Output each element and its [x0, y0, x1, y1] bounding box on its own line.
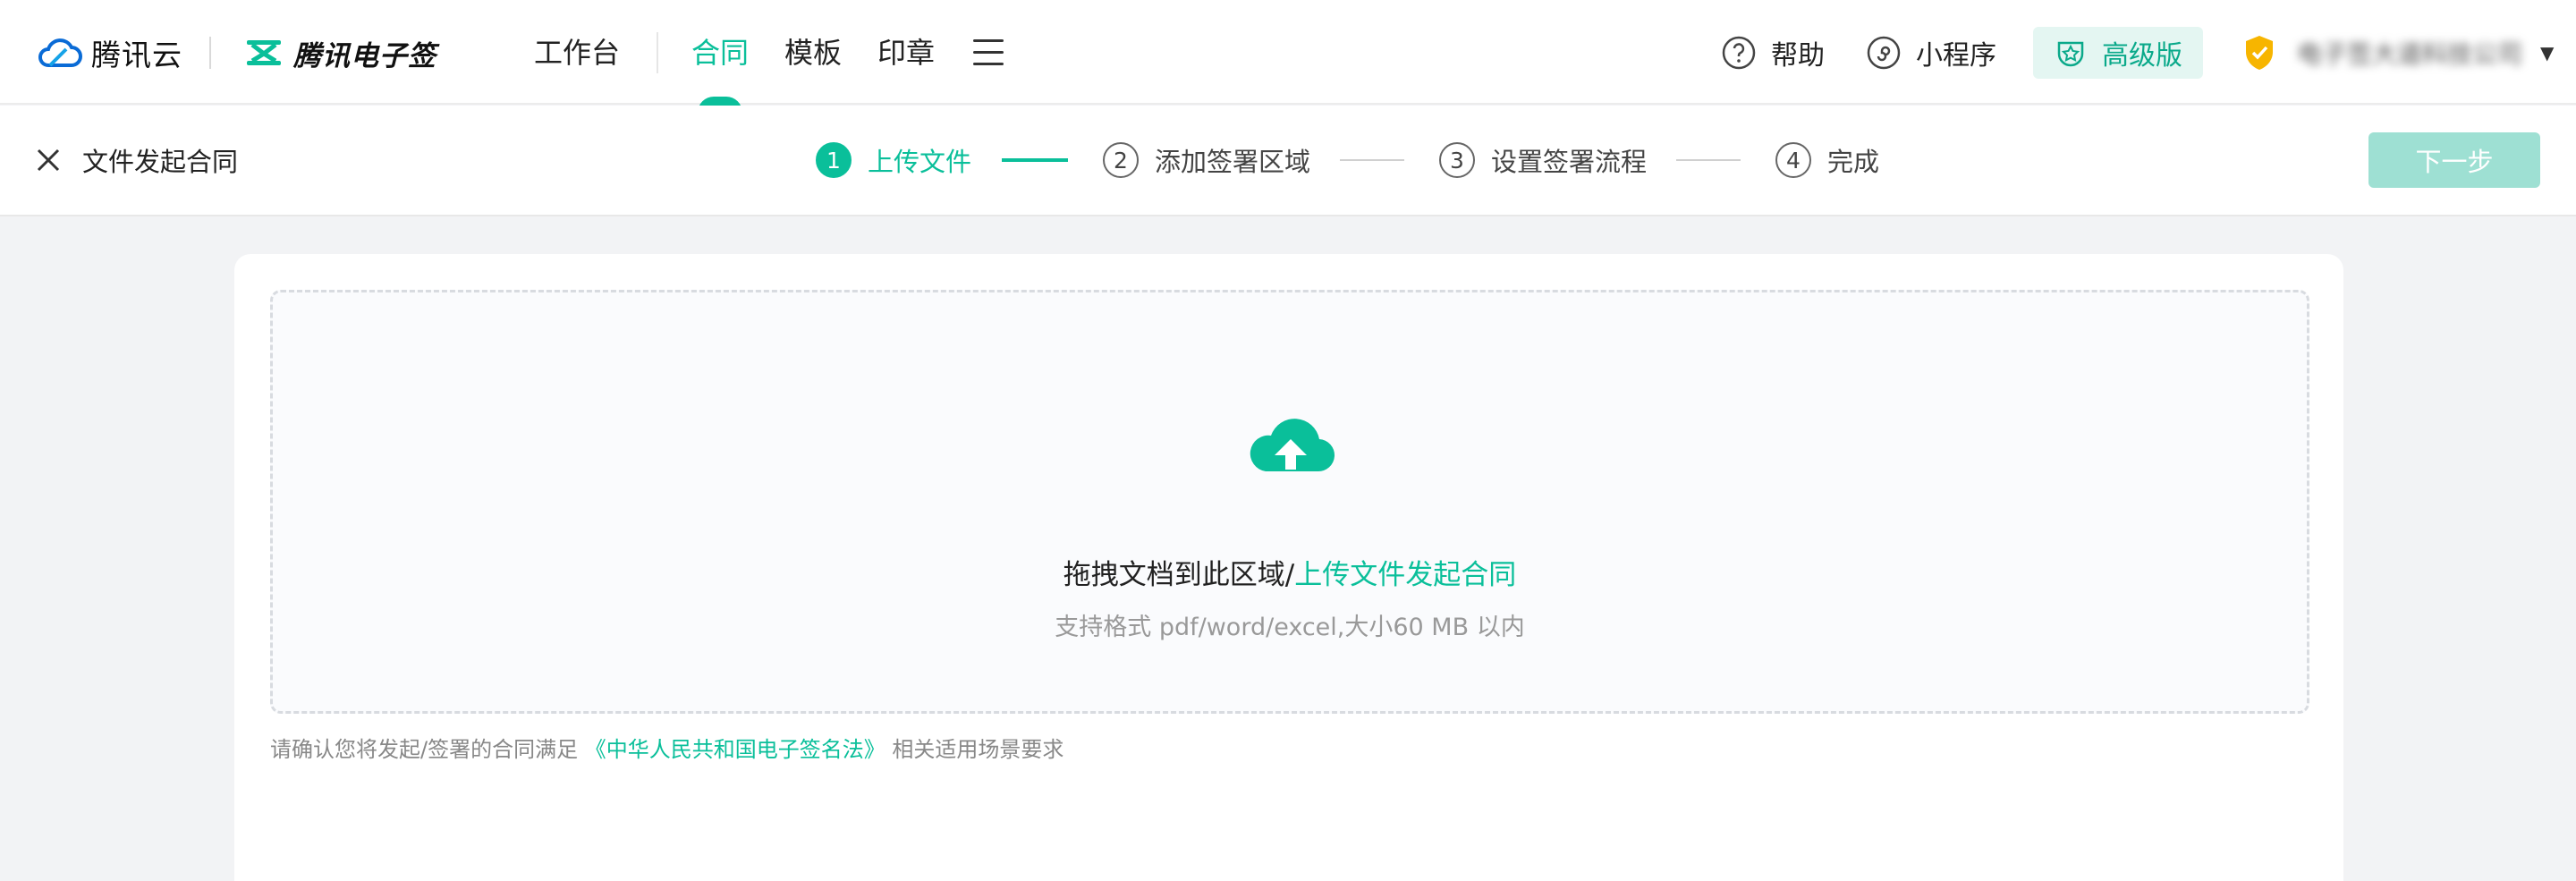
- dropzone-instruction: 拖拽文档到此区域/上传文件发起合同: [273, 552, 2307, 592]
- step-label: 完成: [1827, 147, 1880, 177]
- verified-shield-icon: [2246, 36, 2273, 70]
- upload-card: 拖拽文档到此区域/上传文件发起合同 支持格式 pdf/word/excel,大小…: [234, 254, 2343, 881]
- close-icon: [37, 148, 60, 172]
- tencent-cloud-icon: [38, 38, 82, 67]
- miniprogram-icon: [1867, 36, 1901, 70]
- step-sign-flow: 3 设置签署流程: [1439, 141, 1647, 179]
- next-step-button[interactable]: 下一步: [2368, 132, 2540, 188]
- account-switcher[interactable]: 电子签大道科技公司 ▼: [2243, 32, 2554, 73]
- format-hint: 支持格式 pdf/word/excel,大小60 MB 以内: [1055, 614, 1525, 641]
- step-connector: [1002, 158, 1068, 162]
- notice-text-before: 请确认您将发起/签署的合同满足: [270, 737, 585, 762]
- top-navigation-bar: 腾讯云 腾讯电子签 工作台 合同 模板 印章 帮助 小程序 高级版 电子签大道科…: [0, 0, 2576, 113]
- chevron-down-icon: ▼: [2540, 42, 2555, 64]
- step-number: 2: [1103, 142, 1139, 178]
- esign-name: 腾讯电子签: [293, 39, 436, 72]
- premium-label: 高级版: [2102, 40, 2182, 72]
- step-label: 设置签署流程: [1491, 147, 1648, 177]
- help-button[interactable]: 帮助: [1721, 27, 1825, 79]
- nav-item-seal[interactable]: 印章: [877, 27, 935, 79]
- brand-name: 腾讯云: [91, 38, 182, 72]
- notice-text-after: 相关适用场景要求: [885, 737, 1064, 762]
- step-add-sign-area: 2 添加签署区域: [1103, 141, 1310, 179]
- legal-notice: 请确认您将发起/签署的合同满足 《中华人民共和国电子签名法》 相关适用场景要求: [270, 732, 1063, 763]
- dropzone-text: 拖拽文档到此区域/: [1063, 559, 1295, 591]
- step-number: 3: [1439, 142, 1475, 178]
- esign-law-link[interactable]: 《中华人民共和国电子签名法》: [585, 737, 886, 762]
- help-label: 帮助: [1771, 40, 1825, 72]
- step-complete: 4 完成: [1775, 141, 1879, 179]
- tencent-cloud-logo[interactable]: 腾讯云: [36, 32, 182, 73]
- nav-item-contract[interactable]: 合同: [691, 27, 749, 79]
- step-number: 1: [816, 142, 852, 178]
- more-menu-icon[interactable]: [973, 39, 1004, 66]
- miniprogram-label: 小程序: [1916, 40, 1996, 72]
- close-button[interactable]: 文件发起合同: [36, 140, 238, 181]
- page-title: 文件发起合同: [82, 147, 239, 177]
- tencent-esign-logo[interactable]: 腾讯电子签: [245, 32, 436, 73]
- step-number: 4: [1775, 142, 1811, 178]
- cloud-upload-icon: [1250, 419, 1335, 472]
- help-icon: [1722, 36, 1756, 70]
- step-bar: 文件发起合同 1 上传文件 2 添加签署区域 3 设置签署流程 4 完成 下一步: [0, 106, 2576, 216]
- step-connector: [1676, 159, 1741, 161]
- nav-divider: [657, 32, 658, 73]
- premium-edition-button[interactable]: 高级版: [2033, 27, 2203, 79]
- nav-item-template[interactable]: 模板: [784, 27, 842, 79]
- nav-item-workbench[interactable]: 工作台: [534, 27, 620, 79]
- step-label: 添加签署区域: [1155, 147, 1311, 177]
- file-dropzone[interactable]: 拖拽文档到此区域/上传文件发起合同 支持格式 pdf/word/excel,大小…: [270, 290, 2309, 714]
- esign-logo-icon: [247, 40, 281, 65]
- organization-name: 电子签大道科技公司: [2297, 39, 2523, 69]
- upload-file-link[interactable]: 上传文件发起合同: [1294, 559, 1516, 591]
- miniprogram-button[interactable]: 小程序: [1866, 27, 1996, 79]
- step-upload: 1 上传文件: [816, 141, 971, 179]
- step-connector: [1340, 159, 1404, 161]
- step-label: 上传文件: [868, 147, 972, 177]
- brand-divider: [209, 37, 211, 69]
- premium-badge-icon: [2057, 41, 2084, 67]
